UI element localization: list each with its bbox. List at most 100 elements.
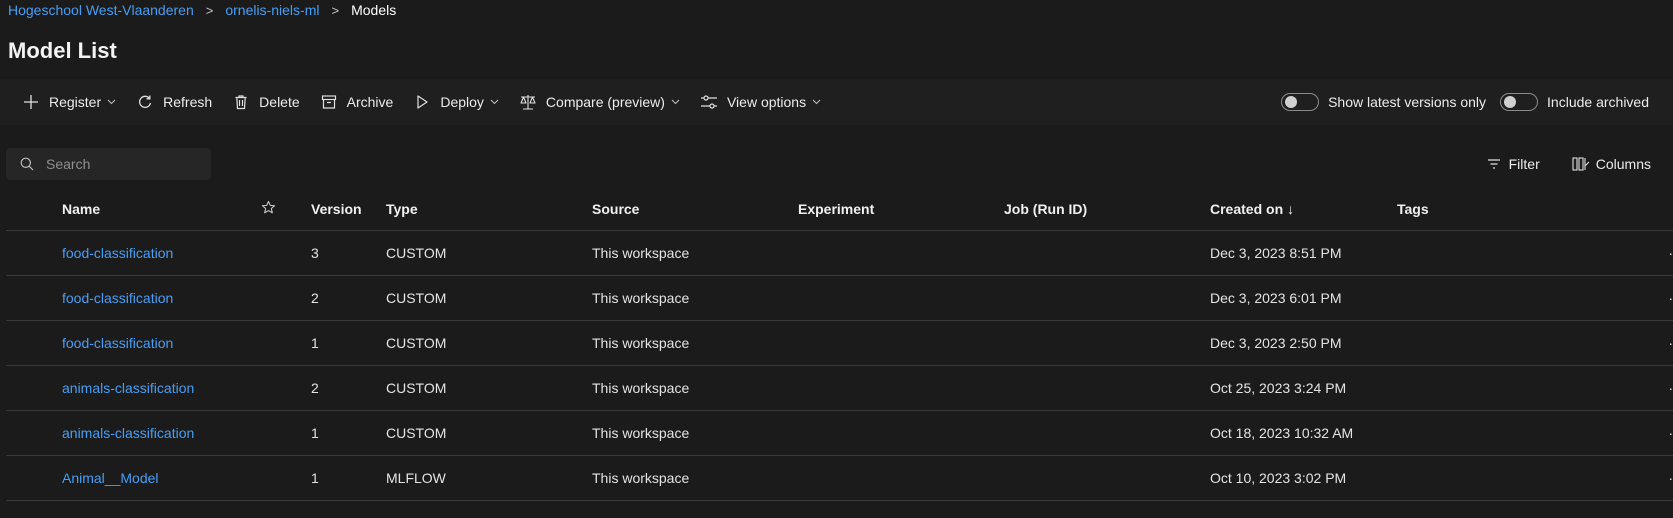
compare-label: Compare (preview) <box>545 94 665 110</box>
deploy-label: Deploy <box>440 94 484 110</box>
view-options-label: View options <box>726 94 807 110</box>
compare-button[interactable]: Compare (preview) <box>511 86 688 118</box>
column-header-experiment[interactable]: Experiment <box>798 188 1004 231</box>
more-actions-button[interactable]: · <box>1654 230 1673 276</box>
breadcrumb-workspace[interactable]: ornelis-niels-ml <box>225 2 319 18</box>
play-icon <box>413 93 431 111</box>
column-header-source[interactable]: Source <box>592 188 798 231</box>
column-header-version[interactable]: Version <box>311 188 386 231</box>
refresh-button[interactable]: Refresh <box>128 86 220 118</box>
favorite-cell[interactable] <box>261 365 311 411</box>
filter-icon <box>1485 155 1503 173</box>
include-archived-toggle[interactable]: Include archived <box>1500 93 1649 111</box>
chevron-down-icon <box>490 99 499 105</box>
toggle-switch[interactable] <box>1500 93 1539 111</box>
table-row[interactable]: food-classification 1 CUSTOM This workspace… <box>6 320 1673 366</box>
table-row[interactable]: food-classification 3 CUSTOM This workspace… <box>6 230 1673 276</box>
search-input[interactable] <box>44 155 198 173</box>
name-cell[interactable]: Animal__Model <box>62 455 261 501</box>
name-cell[interactable]: animals-classification <box>62 365 261 411</box>
more-actions-button[interactable]: · <box>1654 275 1673 321</box>
row-select-cell[interactable] <box>6 455 62 501</box>
model-name-link[interactable]: Animal__Model <box>62 470 159 486</box>
experiment-cell <box>798 320 1004 366</box>
source-cell: This workspace <box>592 365 798 411</box>
version-cell: 1 <box>311 320 386 366</box>
search-box[interactable] <box>6 148 211 180</box>
favorite-cell[interactable] <box>261 455 311 501</box>
more-actions-button[interactable]: · <box>1654 455 1673 501</box>
row-select-cell[interactable] <box>6 275 62 321</box>
row-select-cell[interactable] <box>6 410 62 456</box>
job-cell <box>1004 275 1210 321</box>
tags-cell <box>1397 410 1654 456</box>
star-icon[interactable] <box>261 200 276 215</box>
version-cell: 1 <box>311 455 386 501</box>
column-header-type[interactable]: Type <box>386 188 592 231</box>
experiment-cell <box>798 230 1004 276</box>
model-name-link[interactable]: animals-classification <box>62 380 194 396</box>
model-name-link[interactable]: food-classification <box>62 290 173 306</box>
column-header-job[interactable]: Job (Run ID) <box>1004 188 1210 231</box>
chevron-down-icon <box>812 99 821 105</box>
version-cell: 3 <box>311 230 386 276</box>
name-cell[interactable]: food-classification <box>62 275 261 321</box>
row-select-cell[interactable] <box>6 320 62 366</box>
archive-button[interactable]: Archive <box>312 86 402 118</box>
more-actions-button[interactable]: · <box>1654 320 1673 366</box>
type-cell: MLFLOW <box>386 455 592 501</box>
table-body: food-classification 3 CUSTOM This workspace… <box>6 230 1673 501</box>
column-header-tags[interactable]: Tags <box>1397 188 1654 231</box>
register-button[interactable]: Register <box>14 86 124 118</box>
favorite-cell[interactable] <box>261 320 311 366</box>
favorite-cell[interactable] <box>261 230 311 276</box>
table-row[interactable]: Animal__Model 1 MLFLOW This workspace Oct 10… <box>6 455 1673 501</box>
job-cell <box>1004 365 1210 411</box>
toggle-label: Show latest versions only <box>1328 94 1487 110</box>
created-on-cell: Dec 3, 2023 2:50 PM <box>1210 320 1397 366</box>
column-header-favorite[interactable] <box>261 188 311 231</box>
breadcrumb-separator: > <box>205 2 214 18</box>
name-cell[interactable]: food-classification <box>62 320 261 366</box>
job-cell <box>1004 320 1210 366</box>
source-cell: This workspace <box>592 320 798 366</box>
experiment-cell <box>798 455 1004 501</box>
model-name-link[interactable]: food-classification <box>62 245 173 261</box>
column-header-name[interactable]: Name <box>62 188 261 231</box>
created-on-cell: Dec 3, 2023 8:51 PM <box>1210 230 1397 276</box>
table-row[interactable]: animals-classification 1 CUSTOM This worksp… <box>6 410 1673 456</box>
command-toolbar: Register Refresh Delete Archive Deploy C… <box>0 79 1673 125</box>
filter-button[interactable]: Filter <box>1485 155 1540 173</box>
deploy-button[interactable]: Deploy <box>405 86 507 118</box>
trash-icon <box>232 93 250 111</box>
name-cell[interactable]: food-classification <box>62 230 261 276</box>
model-name-link[interactable]: animals-classification <box>62 425 194 441</box>
more-actions-button[interactable]: · <box>1654 410 1673 456</box>
table-row[interactable]: animals-classification 2 CUSTOM This worksp… <box>6 365 1673 411</box>
breadcrumb-workspace-org[interactable]: Hogeschool West-Vlaanderen <box>8 2 194 18</box>
show-latest-versions-toggle[interactable]: Show latest versions only <box>1281 93 1486 111</box>
breadcrumb-separator: > <box>331 2 340 18</box>
name-cell[interactable]: animals-classification <box>62 410 261 456</box>
favorite-cell[interactable] <box>261 410 311 456</box>
columns-button[interactable]: Columns <box>1572 155 1651 173</box>
row-select-cell[interactable] <box>6 365 62 411</box>
more-actions-button[interactable]: · <box>1654 365 1673 411</box>
columns-icon <box>1572 155 1590 173</box>
created-on-label: Created on <box>1210 201 1284 217</box>
toggle-knob <box>1504 96 1517 108</box>
created-on-cell: Dec 3, 2023 6:01 PM <box>1210 275 1397 321</box>
plus-icon <box>22 93 40 111</box>
refresh-icon <box>136 93 154 111</box>
view-options-button[interactable]: View options <box>692 86 829 118</box>
delete-button[interactable]: Delete <box>224 86 307 118</box>
model-name-link[interactable]: food-classification <box>62 335 173 351</box>
table-row[interactable]: food-classification 2 CUSTOM This workspace… <box>6 275 1673 321</box>
register-label: Register <box>49 94 102 110</box>
delete-label: Delete <box>259 94 300 110</box>
chevron-down-icon <box>107 99 116 105</box>
column-header-created-on[interactable]: Created on ↓ <box>1210 188 1397 231</box>
favorite-cell[interactable] <box>261 275 311 321</box>
row-select-cell[interactable] <box>6 230 62 276</box>
toggle-switch[interactable] <box>1281 93 1320 111</box>
